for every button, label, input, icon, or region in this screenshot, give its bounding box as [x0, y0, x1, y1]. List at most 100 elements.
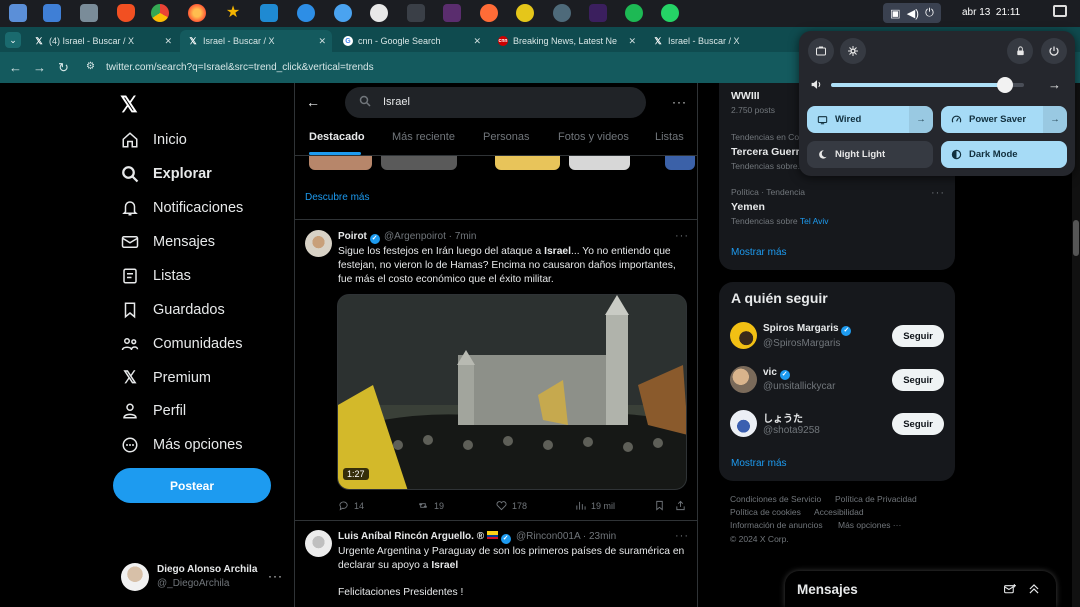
show-more-trends-link[interactable]: Mostrar más — [731, 247, 787, 258]
nav-listas[interactable]: Listas — [121, 264, 191, 288]
nav-mas-opciones[interactable]: Más opciones — [121, 433, 242, 457]
follow-button[interactable]: Seguir — [892, 369, 944, 391]
nav-explorar[interactable]: Explorar — [121, 162, 212, 186]
nav-comunidades[interactable]: Comunidades — [121, 332, 242, 356]
tweet-avatar[interactable] — [305, 530, 332, 557]
trend-title[interactable]: Tercera Guerr... — [731, 146, 808, 158]
follow-account-name[interactable]: Spiros Margaris ✓ — [763, 323, 852, 336]
power-saver-toggle[interactable]: Power Saver → — [941, 106, 1067, 133]
back-icon[interactable]: ← — [9, 60, 22, 75]
trend-title[interactable]: Yemen — [731, 201, 765, 213]
expand-drawer-icon[interactable] — [1027, 582, 1041, 601]
tab-listas[interactable]: Listas — [655, 131, 684, 143]
volume-icon[interactable] — [810, 78, 823, 96]
nav-inicio[interactable]: Inicio — [121, 128, 187, 152]
tab-fotos-videos[interactable]: Fotos y videos — [558, 131, 629, 143]
discover-more-link[interactable]: Descubre más — [305, 192, 369, 203]
tweet-author[interactable]: Poirot ✓ — [338, 231, 380, 244]
clock[interactable]: abr 13 21:11 — [962, 7, 1020, 18]
tweet-handle[interactable]: @Argenpoirot — [384, 231, 446, 242]
account-more-icon[interactable]: ··· — [268, 569, 283, 583]
close-tab-icon[interactable]: ✕ — [318, 36, 326, 47]
tab-list-dropdown-icon[interactable]: ⌄ — [5, 32, 21, 48]
lock-icon[interactable] — [1007, 38, 1033, 64]
wired-toggle[interactable]: Wired → — [807, 106, 933, 133]
browser-tab-active[interactable]: 𝕏 Israel - Buscar / X ✕ — [180, 30, 332, 52]
site-settings-icon[interactable]: ⚙ — [86, 61, 95, 72]
chrome-icon[interactable] — [151, 4, 169, 22]
new-message-icon[interactable] — [1003, 583, 1017, 601]
disk-icon[interactable] — [80, 4, 98, 22]
browser-tab[interactable]: 𝕏 (4) Israel - Buscar / X ✕ — [26, 30, 178, 52]
spotify-icon[interactable] — [625, 4, 643, 22]
system-tray[interactable]: ▣ ◀) ⏻ — [883, 3, 941, 23]
avatar[interactable] — [730, 366, 757, 393]
footer-link[interactable]: Accesibilidad — [814, 507, 864, 517]
tweet-avatar[interactable] — [305, 230, 332, 257]
reload-icon[interactable]: ↻ — [58, 60, 69, 76]
follow-button[interactable]: Seguir — [892, 325, 944, 347]
power-saver-expand-arrow-icon[interactable]: → — [1043, 106, 1067, 133]
dark-mode-toggle[interactable]: Dark Mode — [941, 141, 1067, 168]
firefox-icon[interactable] — [188, 4, 206, 22]
carousel-thumbnail[interactable] — [569, 156, 630, 170]
brave-icon[interactable] — [117, 4, 135, 22]
browser-tab[interactable]: G cnn - Google Search ✕ — [335, 30, 487, 52]
search-query[interactable]: Israel — [383, 96, 410, 108]
messages-drawer-title[interactable]: Mensajes — [797, 582, 858, 597]
tweet-video[interactable] — [337, 294, 687, 490]
tweet-more-icon[interactable]: ··· — [675, 230, 689, 242]
footer-link[interactable]: Condiciones de Servicio — [730, 494, 821, 504]
tweet-time[interactable]: 7min — [455, 231, 477, 242]
wired-expand-arrow-icon[interactable]: → — [909, 106, 933, 133]
close-tab-icon[interactable]: ✕ — [473, 36, 481, 47]
nav-premium[interactable]: 𝕏 Premium — [121, 366, 211, 390]
power-off-icon[interactable] — [1041, 38, 1067, 64]
trend-sub-link[interactable]: Tel Aviv — [800, 216, 829, 226]
github-icon[interactable] — [370, 4, 388, 22]
trend-title[interactable]: WWIII — [731, 90, 760, 102]
tweet-more-icon[interactable]: ··· — [675, 530, 689, 542]
carousel-thumbnail[interactable] — [665, 156, 695, 170]
carousel-thumbnail[interactable] — [495, 156, 560, 170]
tweet-time[interactable]: 23min — [589, 531, 616, 542]
url-field[interactable]: twitter.com/search?q=Israel&src=trend_cl… — [106, 62, 374, 73]
tab-personas[interactable]: Personas — [483, 131, 529, 143]
dbeaver-icon[interactable] — [553, 4, 571, 22]
nav-guardados[interactable]: Guardados — [121, 298, 225, 322]
account-name[interactable]: Diego Alonso Archila — [157, 564, 257, 575]
footer-link[interactable]: Más opciones ··· — [838, 520, 901, 530]
more-options-icon[interactable]: ··· — [672, 95, 687, 109]
nav-notificaciones[interactable]: Notificaciones — [121, 196, 243, 220]
close-tab-icon[interactable]: ✕ — [628, 36, 636, 47]
follow-account-name[interactable]: しょうた — [763, 410, 803, 425]
carousel-thumbnail[interactable] — [309, 156, 372, 170]
tab-destacado[interactable]: Destacado — [309, 131, 365, 143]
tweet-author[interactable]: Luis Aníbal Rincón Arguello. ® ✓ — [338, 531, 511, 544]
forward-icon[interactable]: → — [33, 60, 46, 75]
share-button[interactable] — [675, 500, 691, 511]
night-light-toggle[interactable]: Night Light — [807, 141, 933, 168]
scrollbar-thumb[interactable] — [1073, 220, 1079, 256]
trend-more-icon[interactable]: ··· — [931, 187, 945, 199]
postman-icon[interactable] — [480, 4, 498, 22]
settings-gear-icon[interactable] — [840, 38, 866, 64]
browser-tab[interactable]: cnn Breaking News, Latest Ne ✕ — [490, 30, 642, 52]
close-tab-icon[interactable]: ✕ — [164, 36, 172, 47]
avatar[interactable] — [121, 563, 149, 591]
browser-tab[interactable]: 𝕏 Israel - Buscar / X — [645, 30, 797, 52]
audio-output-arrow-icon[interactable]: → — [1048, 77, 1061, 92]
reply-button[interactable]: 14 — [338, 500, 364, 511]
footer-link[interactable]: Política de Privacidad — [835, 494, 917, 504]
window-switcher-icon[interactable] — [1053, 5, 1067, 17]
desktop-icon[interactable] — [9, 4, 27, 22]
volume-slider-handle[interactable] — [996, 77, 1013, 93]
star-app-icon[interactable]: ★ — [224, 4, 242, 22]
follow-account-name[interactable]: vic ✓ — [763, 367, 790, 380]
ide-icon[interactable] — [443, 4, 461, 22]
avatar[interactable] — [730, 410, 757, 437]
like-button[interactable]: 178 — [496, 500, 527, 511]
terminal-icon[interactable] — [407, 4, 425, 22]
show-more-follow-link[interactable]: Mostrar más — [731, 458, 787, 469]
carousel-thumbnail[interactable] — [381, 156, 457, 170]
